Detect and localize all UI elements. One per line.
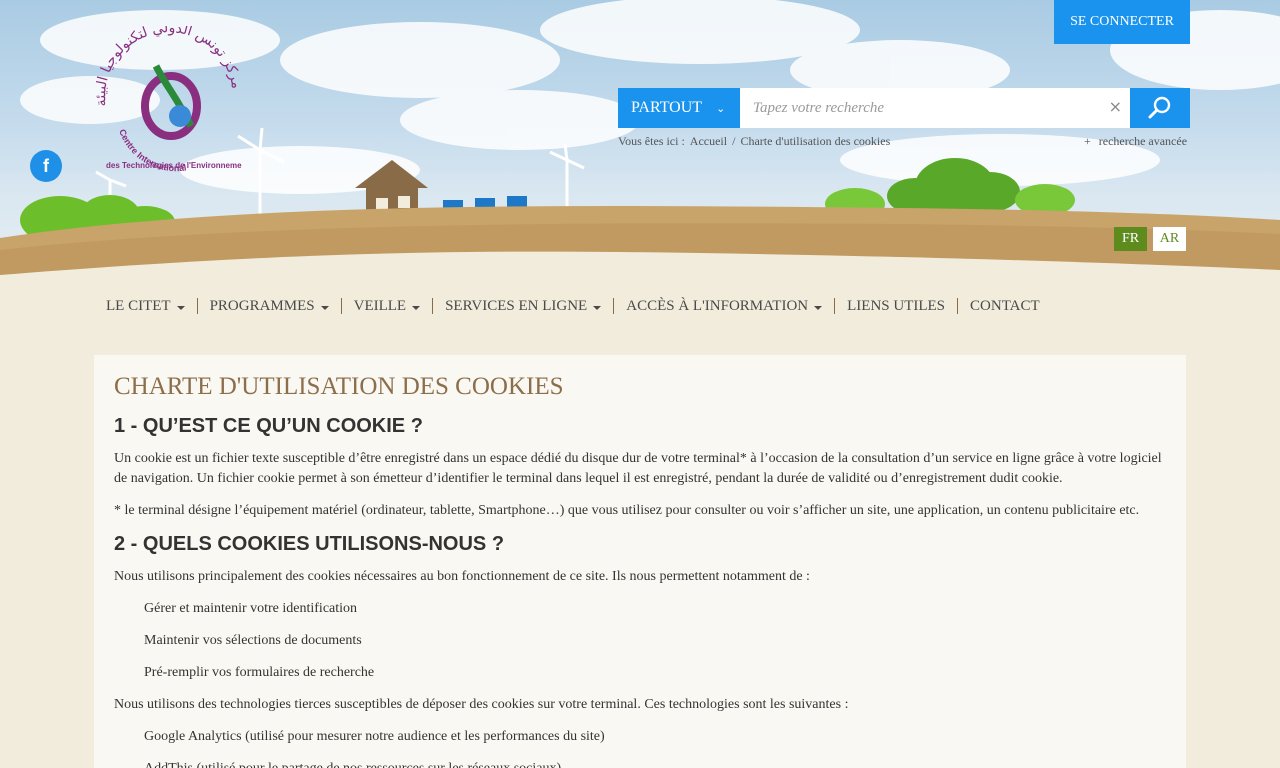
nav-label: Veille	[353, 297, 407, 314]
search-bar: PARTOUT ⌄ ×	[618, 88, 1190, 128]
facebook-glyph: f	[43, 155, 49, 176]
search-scope-dropdown[interactable]: PARTOUT ⌄	[618, 88, 740, 128]
list-item: Maintenir vos sélections de documents	[144, 633, 362, 648]
caret-down-icon	[814, 305, 823, 310]
caret-down-icon	[176, 305, 185, 310]
nav-item-le-citet[interactable]: Le CITET	[94, 298, 197, 314]
login-button[interactable]: SE CONNECTER	[1054, 0, 1190, 44]
site-header: مركز تونس الدولي لتكنولوجيا البيئة Centr…	[0, 0, 1280, 285]
search-field: ×	[740, 88, 1130, 128]
breadcrumb-prefix: Vous êtes ici :	[618, 134, 685, 148]
list-item: Pré-remplir vos formulaires de recherche	[144, 665, 375, 680]
logo-line-2: des Technologies de l'Environnement de T…	[106, 161, 242, 170]
main-nav: Le CITET Programmes Veille Services en l…	[94, 295, 1052, 317]
caret-down-icon	[412, 305, 421, 310]
plus-icon: +	[1084, 134, 1091, 148]
caret-down-icon	[320, 305, 329, 310]
nav-item-services-en-ligne[interactable]: Services en ligne	[432, 298, 613, 314]
paragraph: Un cookie est un fichier texte susceptib…	[114, 451, 1162, 486]
nav-label: Accès à l'information	[626, 297, 809, 314]
nav-item-liens-utiles[interactable]: Liens utiles	[834, 298, 957, 314]
paragraph: * le terminal désigne l’équipement matér…	[114, 503, 1140, 518]
nav-item-programmes[interactable]: Programmes	[196, 297, 341, 314]
nav-label: Liens utiles	[847, 297, 946, 314]
search-scope-label: PARTOUT	[631, 99, 703, 116]
breadcrumb-current: Charte d'utilisation des cookies	[740, 134, 891, 148]
breadcrumb-home-link[interactable]: Accueil	[690, 134, 727, 149]
list-item: Gérer et maintenir votre identification	[144, 601, 358, 616]
svg-text:مركز تونس الدولي لتكنولوجيا ال: مركز تونس الدولي لتكنولوجيا البيئة	[96, 26, 242, 107]
main-content: Charte d'utilisation des cookies 1 - QU’…	[94, 355, 1186, 768]
citet-logo[interactable]: مركز تونس الدولي لتكنولوجيا البيئة Centr…	[93, 20, 284, 173]
list-item: AddThis (utilisé pour le partage de nos …	[114, 759, 1166, 768]
nav-label: Le CITET	[106, 297, 171, 314]
search-input[interactable]	[740, 88, 1130, 128]
list-item: Google Analytics (utilisé pour mesurer n…	[144, 729, 605, 744]
nav-item-veille[interactable]: Veille	[340, 297, 432, 314]
logo-arabic-text: مركز تونس الدولي لتكنولوجيا البيئة	[93, 20, 244, 107]
section-title-2: 2 - QUELS COOKIES UTILISONS-NOUS ?	[114, 533, 505, 555]
advanced-search-link[interactable]: + recherche avancée	[1084, 134, 1187, 149]
section-title-1: 1 - QU’EST CE QU’UN COOKIE ?	[114, 415, 423, 437]
search-icon	[1148, 96, 1171, 119]
nav-item-contact[interactable]: Contact	[957, 298, 1052, 314]
caret-down-icon	[593, 305, 602, 310]
nav-item-acces-information[interactable]: Accès à l'information	[613, 298, 834, 314]
facebook-icon[interactable]: f	[30, 150, 62, 182]
breadcrumb-separator: /	[732, 134, 736, 148]
lang-fr-button[interactable]: FR	[1114, 227, 1147, 251]
advanced-search-label: recherche avancée	[1098, 134, 1188, 148]
nav-label: Contact	[970, 297, 1040, 314]
lang-ar-button[interactable]: AR	[1153, 227, 1186, 251]
search-submit-button[interactable]	[1130, 88, 1190, 128]
chevron-down-icon: ⌄	[716, 101, 726, 115]
clear-search-icon[interactable]: ×	[1109, 97, 1122, 116]
paragraph: Nous utilisons des technologies tierces …	[114, 697, 849, 712]
nav-label: Programmes	[209, 297, 315, 314]
breadcrumb: Vous êtes ici : Accueil / Charte d'utili…	[618, 134, 890, 149]
paragraph: Nous utilisons principalement des cookie…	[114, 569, 810, 584]
page-title: Charte d'utilisation des cookies	[114, 373, 564, 400]
nav-label: Services en ligne	[445, 297, 588, 314]
